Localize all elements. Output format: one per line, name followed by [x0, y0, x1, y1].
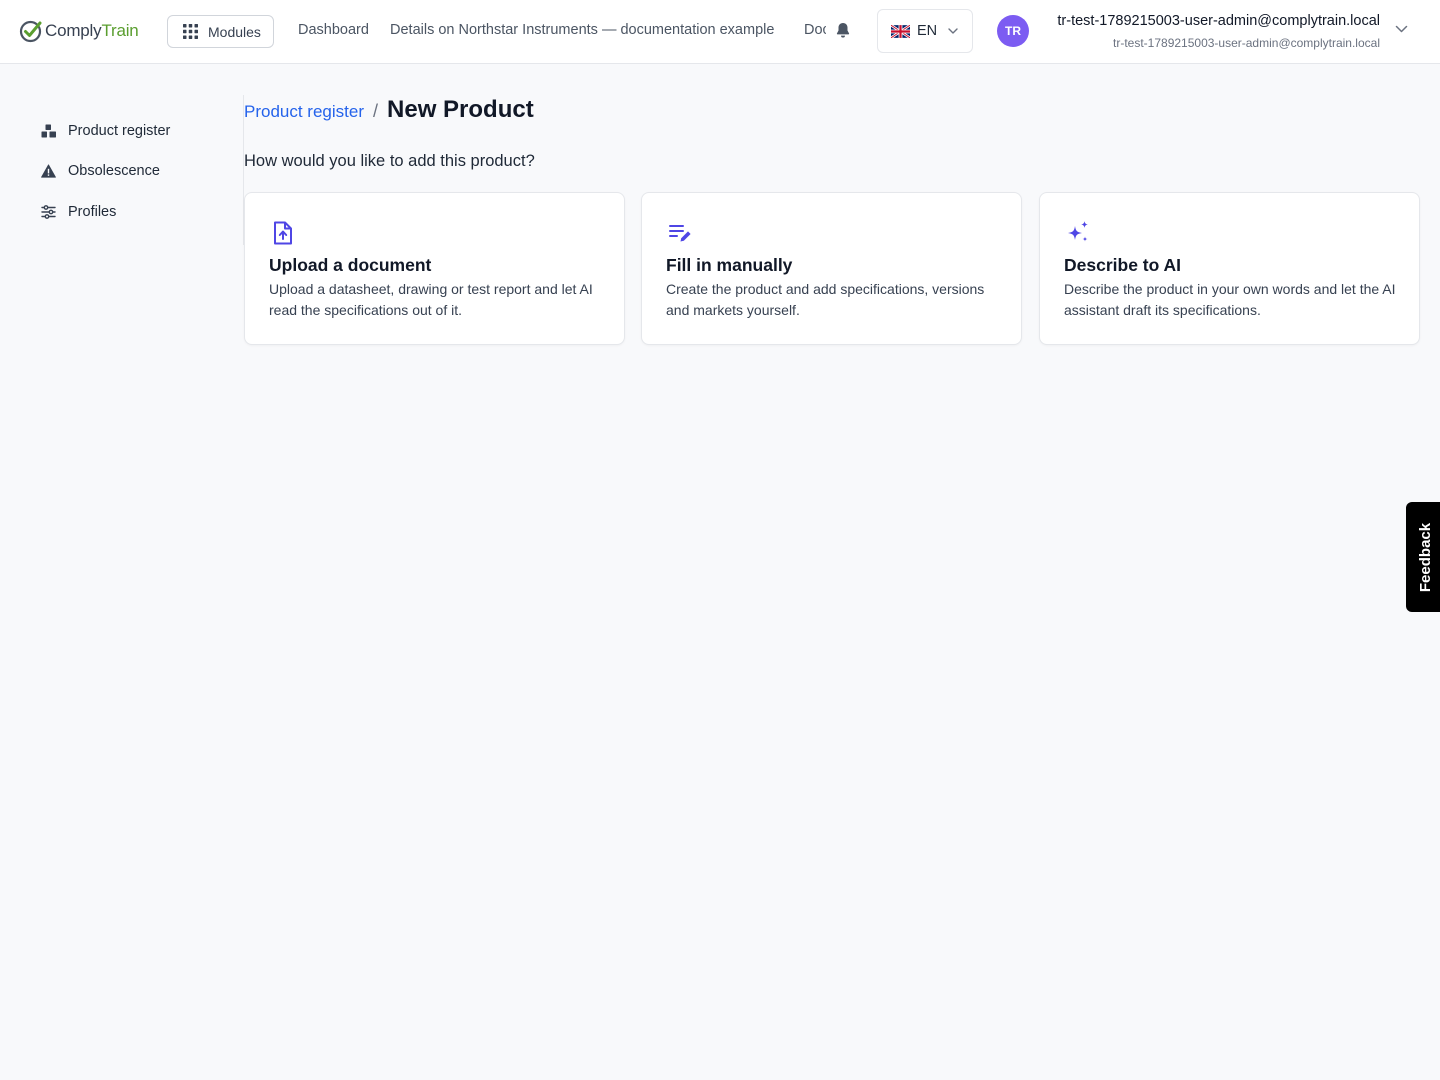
feedback-label: Feedback [1417, 522, 1435, 592]
edit-list-icon [669, 225, 691, 242]
add-method-question: How would you like to add this product? [244, 152, 535, 170]
breadcrumb: Product register / New Product [244, 96, 534, 124]
nav-link-company-details[interactable]: Details on Northstar Instruments — docum… [390, 22, 774, 38]
complytrain-logo[interactable]: ComplyTrain [19, 17, 139, 45]
top-bar: ComplyTrain Modules Dashboard Details on… [0, 0, 1440, 64]
option-card-describe-to-ai[interactable]: Describe to AI Describe the product in y… [1039, 192, 1420, 345]
logo-text: ComplyTrain [45, 21, 139, 41]
sidebar-item-obsolescence[interactable]: Obsolescence [40, 160, 160, 182]
language-code: EN [917, 23, 938, 39]
user-email: tr-test-1789215003-user-admin@complytrai… [1113, 36, 1380, 50]
feedback-tab[interactable]: Feedback [1406, 502, 1440, 612]
sparkles-icon [1068, 221, 1088, 242]
user-menu-chevron-icon[interactable] [1395, 25, 1408, 33]
boxes-icon [40, 123, 57, 140]
option-title: Fill in manually [666, 255, 793, 275]
user-avatar[interactable]: TR [997, 15, 1029, 47]
sidebar-item-label: Product register [68, 123, 171, 139]
modules-button[interactable]: Modules [167, 15, 274, 48]
option-description: Upload a datasheet, drawing or test repo… [269, 281, 593, 318]
bell-icon[interactable] [834, 21, 852, 39]
option-title: Upload a document [269, 255, 432, 275]
sliders-icon [40, 204, 57, 221]
warning-triangle-icon [40, 163, 57, 180]
nav-link-documents[interactable]: Doc [804, 22, 826, 38]
sidebar: Product register Obsolescence Profiles [0, 64, 244, 1080]
uk-flag-icon [891, 24, 910, 38]
option-title: Describe to AI [1064, 255, 1182, 275]
option-description: Describe the product in your own words a… [1064, 281, 1396, 318]
chevron-down-icon [948, 28, 958, 34]
logo-text-comply: Comply [45, 21, 102, 40]
file-upload-icon [274, 221, 292, 245]
grid-icon [183, 24, 198, 39]
breadcrumb-separator: / [373, 101, 379, 121]
option-card-upload-document[interactable]: Upload a document Upload a datasheet, dr… [244, 192, 625, 345]
sidebar-item-label: Obsolescence [68, 163, 160, 179]
sidebar-item-profiles[interactable]: Profiles [40, 201, 116, 223]
language-selector[interactable]: EN [877, 9, 973, 53]
option-description: Create the product and add specification… [666, 281, 985, 318]
option-card-fill-manually[interactable]: Fill in manually Create the product and … [641, 192, 1022, 345]
breadcrumb-product-register[interactable]: Product register [244, 102, 364, 122]
user-name[interactable]: tr-test-1789215003-user-admin@complytrai… [1057, 13, 1380, 29]
logo-check-icon [19, 20, 42, 43]
page-title: New Product [387, 96, 534, 123]
sidebar-item-label: Profiles [68, 204, 117, 220]
modules-label: Modules [208, 23, 261, 40]
sidebar-item-product-register[interactable]: Product register [40, 120, 170, 142]
logo-text-train: Train [101, 21, 139, 40]
nav-link-dashboard[interactable]: Dashboard [298, 22, 369, 38]
